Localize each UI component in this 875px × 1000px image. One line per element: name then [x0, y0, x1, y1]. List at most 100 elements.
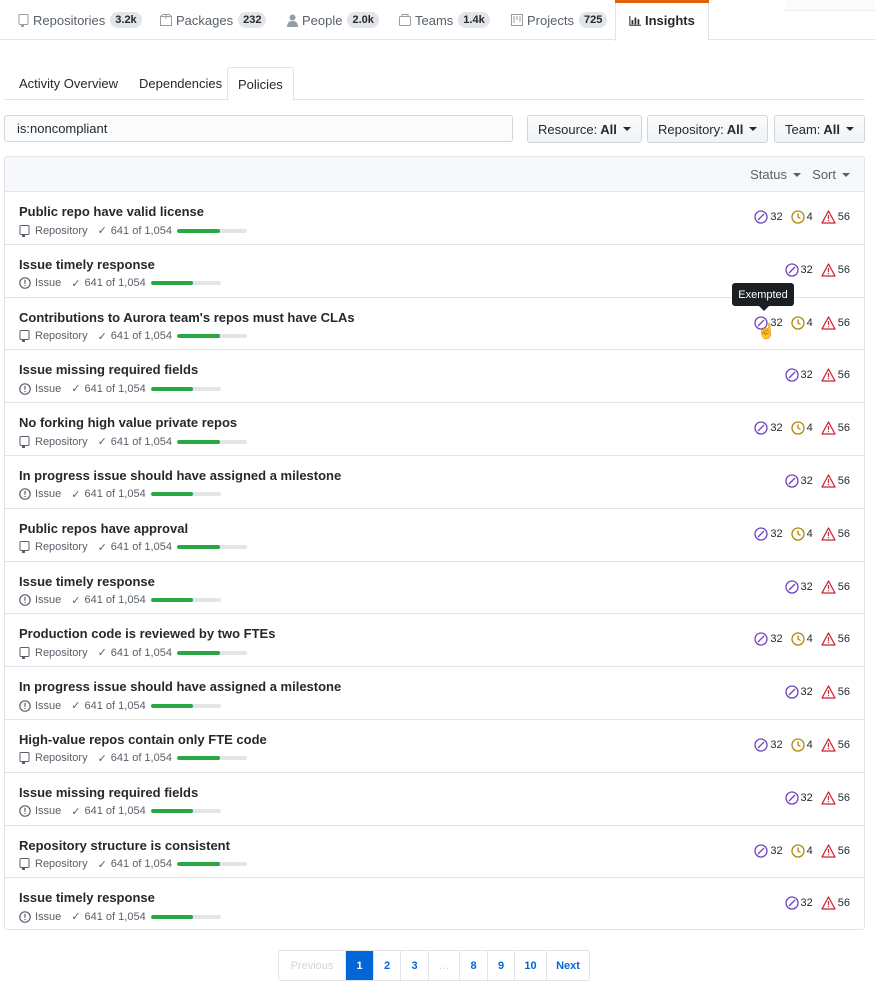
tab-count: 1.4k: [458, 12, 490, 28]
policy-title[interactable]: Production code is reviewed by two FTEs: [19, 626, 275, 641]
policy-title[interactable]: Contributions to Aurora team's repos mus…: [19, 310, 355, 325]
clock-icon: [790, 315, 807, 330]
tab-packages[interactable]: Packages 232: [160, 0, 267, 40]
pending-stat[interactable]: 4: [790, 738, 813, 752]
page-8-button[interactable]: 8: [459, 951, 487, 980]
policy-row[interactable]: In progress issue should have assigned a…: [5, 667, 864, 720]
exempt-stat[interactable]: 32: [784, 368, 813, 383]
policy-title[interactable]: Repository structure is consistent: [19, 838, 230, 853]
page-2-button[interactable]: 2: [373, 951, 400, 980]
next-button[interactable]: Next: [546, 951, 589, 980]
policy-row[interactable]: No forking high value private repos Repos…: [5, 403, 864, 456]
alert-stat[interactable]: 56: [821, 843, 850, 858]
pending-stat[interactable]: 4: [790, 210, 813, 224]
policy-row[interactable]: High-value repos contain only FTE code Re…: [5, 720, 864, 773]
tab-repositories[interactable]: Repositories 3.2k: [17, 0, 142, 40]
exempt-stat[interactable]: 32: [784, 263, 813, 277]
policy-row[interactable]: Public repo have valid license Repository…: [5, 192, 864, 245]
tab-teams[interactable]: Teams 1.4k: [399, 0, 490, 40]
clock-icon: [790, 738, 807, 752]
page-1-button[interactable]: 1: [345, 951, 373, 980]
tab-insights[interactable]: Insights: [615, 0, 709, 41]
pending-stat[interactable]: 4: [790, 632, 813, 647]
exempt-stat[interactable]: 32: [754, 738, 783, 752]
exempt-stat[interactable]: 32: [784, 579, 813, 594]
exempt-stat[interactable]: 32: [784, 685, 813, 699]
policy-title[interactable]: In progress issue should have assigned a…: [19, 468, 341, 483]
pending-stat[interactable]: 4: [790, 421, 813, 435]
policy-row[interactable]: Public repos have approval Repository ✓ 641…: [5, 509, 864, 562]
policy-title[interactable]: Issue missing required fields: [19, 362, 198, 377]
exempt-stat[interactable]: 32: [754, 632, 783, 647]
alert-stat[interactable]: 56: [821, 368, 850, 383]
alert-stat[interactable]: 56: [821, 474, 850, 488]
pending-stat[interactable]: 4: [790, 843, 813, 858]
compliance-count: 641 of 1,054: [110, 646, 172, 659]
compliance-count: 641 of 1,054: [84, 382, 146, 395]
tab-projects[interactable]: Projects 725: [511, 0, 608, 40]
repo-icon: [19, 435, 31, 448]
exempt-stat[interactable]: 32: [754, 421, 783, 435]
alert-stat[interactable]: 56: [821, 896, 850, 911]
tab-people[interactable]: People 2.0k: [286, 0, 379, 40]
page-10-button[interactable]: 10: [514, 951, 546, 980]
policy-row[interactable]: Issue timely response Issue ✓ 641 of 1,054 3…: [5, 878, 864, 931]
compliance-progress-bar: [150, 492, 221, 497]
policy-row[interactable]: Issue timely response Issue ✓ 641 of 1,054 3…: [5, 562, 864, 615]
alert-stat[interactable]: 56: [821, 421, 850, 435]
alert-stat[interactable]: 56: [821, 738, 850, 752]
resource-filter-dropdown[interactable]: Resource: All: [527, 115, 642, 143]
policy-title[interactable]: Issue missing required fields: [19, 785, 198, 800]
progress-fill: [176, 228, 220, 233]
exempt-stat[interactable]: 32: [754, 527, 783, 541]
sort-dropdown[interactable]: Sort: [812, 167, 850, 182]
caret-down-icon: [842, 172, 850, 177]
tab-activity-overview[interactable]: Activity Overview: [19, 67, 118, 100]
policy-row[interactable]: Issue missing required fields Issue ✓ 641 o…: [5, 773, 864, 826]
exempt-stat[interactable]: 32: [754, 210, 783, 224]
exempt-stat[interactable]: 32: [754, 843, 783, 858]
alert-stat[interactable]: 56: [821, 210, 850, 224]
policy-row[interactable]: Production code is reviewed by two FTEs R…: [5, 614, 864, 668]
policy-title[interactable]: In progress issue should have assigned a…: [19, 679, 341, 694]
page-9-button[interactable]: 9: [487, 951, 514, 980]
alert-stat[interactable]: 56: [821, 685, 850, 699]
alert-stat[interactable]: 56: [821, 579, 850, 594]
pending-stat[interactable]: 4: [790, 527, 813, 541]
check-icon: ✓: [97, 330, 107, 343]
alert-stat[interactable]: 56: [821, 791, 850, 805]
exempt-stat[interactable]: 32: [784, 896, 813, 911]
alert-stat[interactable]: 56: [821, 315, 850, 330]
policy-row[interactable]: Repository structure is consistent Reposi…: [5, 826, 864, 879]
exempt-stat[interactable]: 32: [784, 791, 813, 805]
policy-title[interactable]: Issue timely response: [19, 257, 155, 272]
tab-dependencies[interactable]: Dependencies: [139, 67, 222, 100]
team-filter-dropdown[interactable]: Team: All: [774, 115, 866, 143]
tab-policies[interactable]: Policies: [227, 67, 294, 101]
alert-stat[interactable]: 56: [821, 632, 850, 647]
progress-fill: [176, 756, 220, 761]
policy-title[interactable]: Issue timely response: [19, 890, 155, 905]
compliance-progress-bar: [150, 386, 221, 391]
policy-title[interactable]: Public repo have valid license: [19, 204, 204, 219]
pending-stat[interactable]: 4: [790, 315, 813, 330]
previous-button[interactable]: Previous: [279, 951, 345, 980]
policy-title[interactable]: No forking high value private repos: [19, 415, 237, 430]
project-icon: [511, 14, 523, 27]
alert-stat[interactable]: 56: [821, 263, 850, 277]
hand-cursor-icon: ☝: [757, 323, 776, 340]
alert-stat[interactable]: 56: [821, 527, 850, 541]
page-3-button[interactable]: 3: [400, 951, 428, 980]
policy-title[interactable]: High-value repos contain only FTE code: [19, 732, 267, 747]
repo-icon: [19, 646, 31, 659]
policy-title[interactable]: Public repos have approval: [19, 521, 188, 536]
policy-title[interactable]: Issue timely response: [19, 574, 155, 589]
status-filter[interactable]: Status: [750, 167, 801, 182]
tab-label: Projects: [527, 12, 574, 28]
policy-row[interactable]: Issue missing required fields Issue ✓ 641 o…: [5, 350, 864, 404]
exempt-stat[interactable]: 32: [784, 474, 813, 488]
policy-stats: 32 4 56: [746, 738, 850, 752]
search-input[interactable]: is:noncompliant: [4, 115, 513, 142]
policy-row[interactable]: In progress issue should have assigned a…: [5, 456, 864, 509]
repository-filter-dropdown[interactable]: Repository: All: [647, 115, 769, 143]
